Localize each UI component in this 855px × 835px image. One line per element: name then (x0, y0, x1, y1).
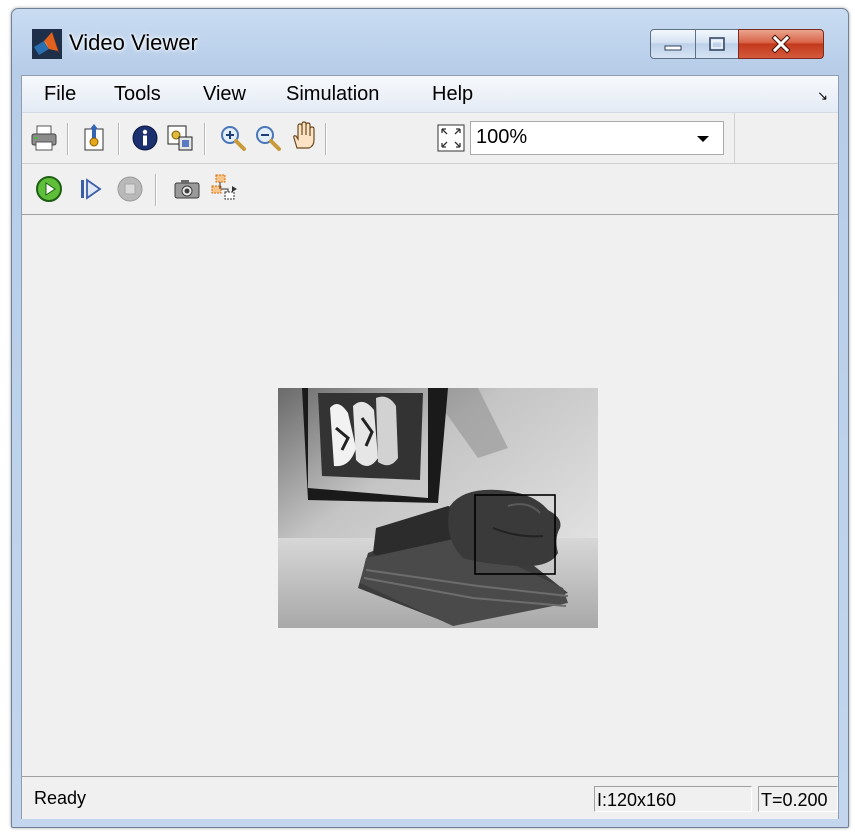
close-button[interactable] (738, 29, 824, 59)
toolbar-separator (325, 123, 327, 155)
toolbar-separator (118, 123, 120, 155)
toolbar-separator (204, 123, 206, 155)
info-icon[interactable] (130, 123, 160, 153)
zoom-out-icon[interactable] (253, 123, 283, 153)
menu-tools[interactable]: Tools (114, 81, 161, 107)
undock-arrow-icon[interactable]: ↘ (817, 88, 828, 104)
zoom-level-value: 100% (476, 126, 528, 148)
highlight-block-icon[interactable] (210, 172, 240, 202)
step-forward-icon[interactable] (76, 174, 106, 204)
maximize-button[interactable] (695, 29, 739, 59)
pan-hand-icon[interactable] (288, 121, 318, 151)
minimize-button[interactable] (650, 29, 696, 59)
toolbar-separator (155, 174, 157, 206)
menu-simulation[interactable]: Simulation (286, 81, 379, 107)
chevron-down-icon[interactable] (697, 136, 709, 142)
menu-view[interactable]: View (203, 81, 246, 107)
export-icon[interactable] (80, 123, 110, 153)
minimize-icon (664, 45, 682, 51)
stop-icon[interactable] (115, 174, 145, 204)
video-frame (278, 388, 598, 628)
close-icon (771, 34, 791, 54)
toolbar-separator (67, 123, 69, 155)
toolbar-end-divider (734, 113, 735, 163)
status-text: Ready (34, 788, 87, 808)
maximize-icon (709, 37, 725, 51)
title-bar[interactable]: Video Viewer (12, 9, 848, 75)
client-area: File Tools View Simulation Help ↘ 100% R… (21, 75, 839, 819)
print-icon[interactable] (29, 123, 59, 153)
toolbar-main: 100% (22, 113, 838, 164)
zoom-to-fit-icon[interactable] (165, 123, 195, 153)
menu-help[interactable]: Help (432, 81, 473, 107)
menu-bar: File Tools View Simulation Help ↘ (22, 76, 838, 113)
fit-view-icon[interactable] (436, 123, 466, 153)
video-display-area (22, 216, 838, 776)
image-dimensions-field: I:120x160 (594, 786, 752, 812)
video-viewer-window: Video Viewer File Tools View Simulation … (11, 8, 849, 828)
play-icon[interactable] (34, 174, 64, 204)
simulation-time-field: T=0.200 (758, 786, 838, 812)
matlab-logo-icon (32, 29, 62, 59)
window-title: Video Viewer (69, 30, 198, 55)
status-bar: Ready I:120x160 T=0.200 (22, 776, 838, 819)
toolbar-playback (22, 164, 838, 215)
menu-file[interactable]: File (44, 81, 76, 107)
zoom-level-select[interactable]: 100% (470, 121, 724, 155)
snapshot-camera-icon[interactable] (172, 174, 202, 204)
zoom-in-icon[interactable] (218, 123, 248, 153)
